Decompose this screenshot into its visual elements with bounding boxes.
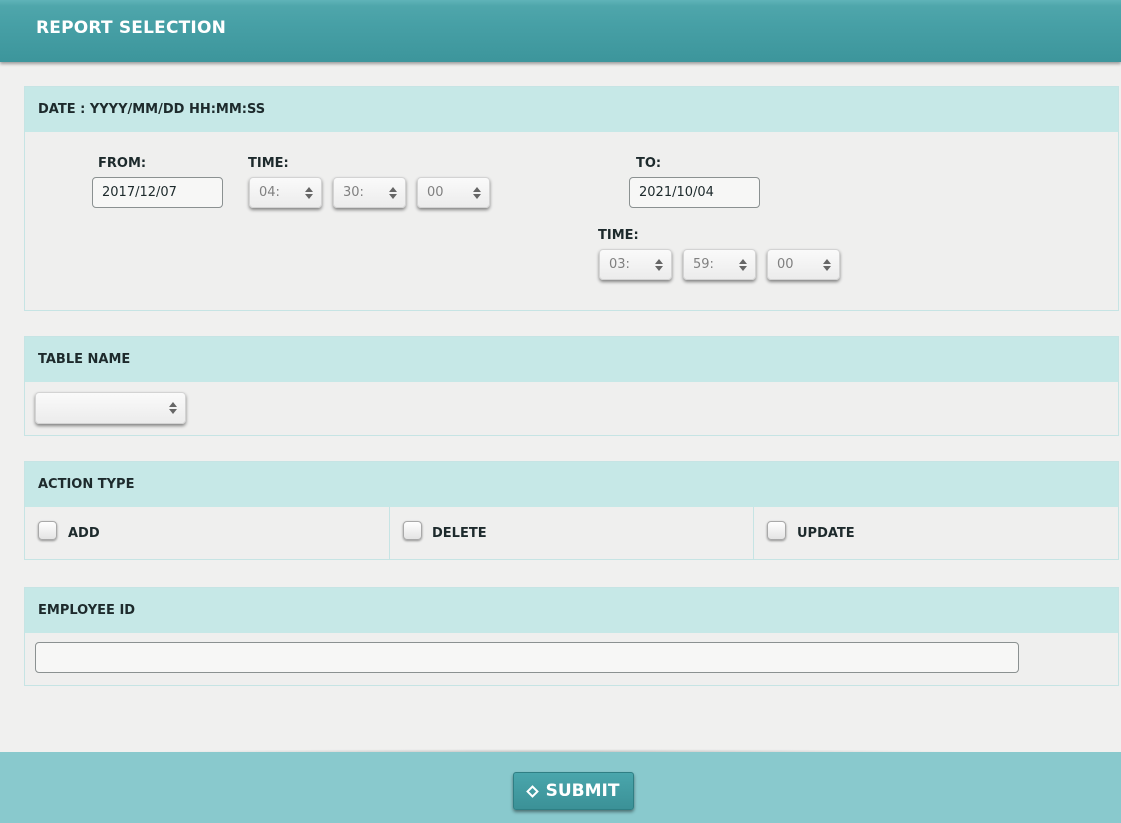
- from-label: FROM:: [98, 156, 147, 171]
- employee-id-heading: EMPLOYEE ID: [25, 588, 1118, 633]
- updown-arrows-icon: [655, 259, 664, 271]
- to-date-input[interactable]: 2021/10/04: [629, 177, 760, 208]
- update-checkbox[interactable]: [767, 521, 786, 540]
- to-hour-value: 03:: [609, 257, 630, 272]
- to-minute-value: 59:: [693, 257, 714, 272]
- updown-arrows-icon: [169, 402, 178, 414]
- header-bar: REPORT SELECTION: [0, 0, 1121, 62]
- action-type-section: ACTION TYPE ADD DELETE UPDATE: [24, 461, 1119, 560]
- from-time-label: TIME:: [248, 156, 289, 171]
- from-second-value: 00: [427, 185, 444, 200]
- to-hour-select[interactable]: 03:: [599, 249, 672, 280]
- action-option-add[interactable]: ADD: [25, 507, 390, 559]
- action-option-update[interactable]: UPDATE: [754, 507, 1118, 559]
- from-minute-value: 30:: [343, 185, 364, 200]
- updown-arrows-icon: [473, 187, 482, 199]
- updown-arrows-icon: [389, 187, 398, 199]
- page-title: REPORT SELECTION: [36, 18, 227, 38]
- delete-checkbox[interactable]: [403, 521, 422, 540]
- update-label: UPDATE: [797, 526, 855, 541]
- table-name-select[interactable]: [35, 392, 186, 424]
- from-date-input[interactable]: 2017/12/07: [92, 177, 223, 208]
- add-label: ADD: [68, 526, 100, 541]
- to-second-value: 00: [777, 257, 794, 272]
- from-minute-select[interactable]: 30:: [333, 177, 406, 208]
- submit-label: SUBMIT: [545, 781, 620, 801]
- employee-id-input[interactable]: [35, 642, 1019, 673]
- to-minute-select[interactable]: 59:: [683, 249, 756, 280]
- employee-id-section: EMPLOYEE ID: [24, 587, 1119, 686]
- date-section-heading: DATE : YYYY/MM/DD HH:MM:SS: [25, 87, 1118, 132]
- from-hour-value: 04:: [259, 185, 280, 200]
- from-second-select[interactable]: 00: [417, 177, 490, 208]
- action-option-delete[interactable]: DELETE: [390, 507, 754, 559]
- date-section: DATE : YYYY/MM/DD HH:MM:SS FROM: 2017/12…: [24, 86, 1119, 311]
- table-name-section: TABLE NAME: [24, 336, 1119, 436]
- updown-arrows-icon: [305, 187, 314, 199]
- to-time-label: TIME:: [598, 228, 639, 243]
- updown-arrows-icon: [823, 259, 832, 271]
- action-type-heading: ACTION TYPE: [25, 462, 1118, 507]
- from-hour-select[interactable]: 04:: [249, 177, 322, 208]
- diamond-icon: [525, 784, 539, 798]
- updown-arrows-icon: [739, 259, 748, 271]
- to-label: TO:: [636, 156, 662, 171]
- add-checkbox[interactable]: [38, 521, 57, 540]
- to-second-select[interactable]: 00: [767, 249, 840, 280]
- table-name-heading: TABLE NAME: [25, 337, 1118, 382]
- delete-label: DELETE: [432, 526, 487, 541]
- submit-button[interactable]: SUBMIT: [513, 772, 634, 810]
